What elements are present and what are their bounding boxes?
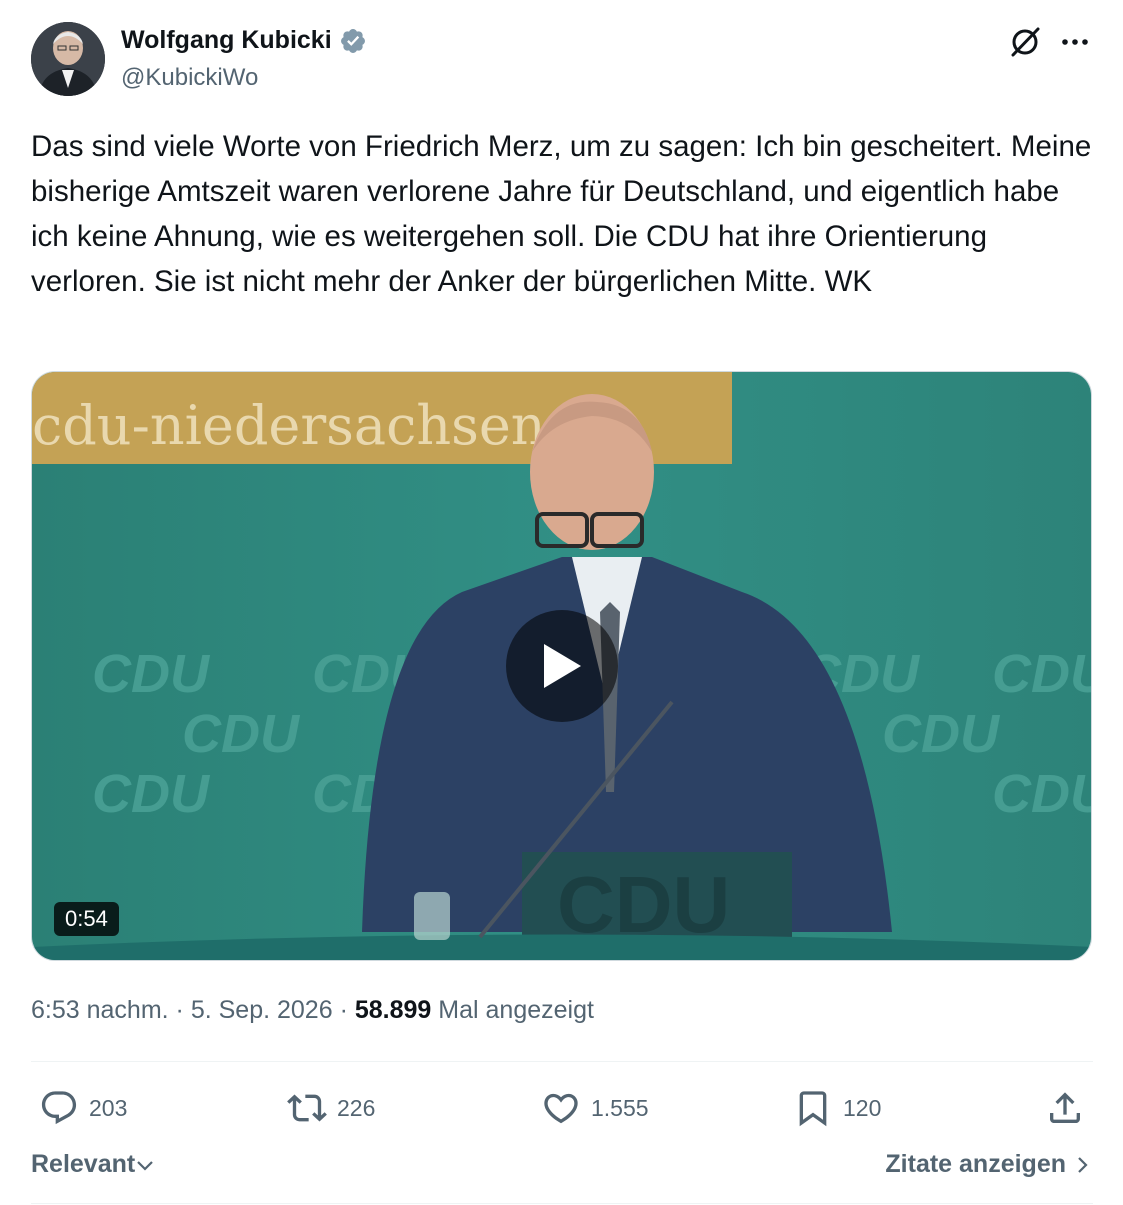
reply-count: 203: [89, 1094, 128, 1121]
tweet-meta: 6:53 nachm. · 5. Sep. 2026 · 58.899 Mal …: [31, 996, 594, 1025]
chevron-right-icon: [1078, 1156, 1088, 1173]
tweet-text: Das sind viele Worte von Friedrich Merz,…: [31, 130, 1092, 298]
video-player[interactable]: cdu-niedersachsen.de CDU CDU CDU CDU CDU…: [31, 371, 1092, 961]
more-button[interactable]: [1057, 24, 1093, 60]
name-line: Wolfgang Kubicki: [121, 26, 367, 55]
grok-icon: [1011, 27, 1040, 57]
repost-icon: [287, 1094, 327, 1122]
play-icon: [544, 644, 581, 688]
reply-icon: [41, 1091, 77, 1125]
share-icon: [1050, 1092, 1080, 1123]
bookmark-button[interactable]: 120: [793, 1085, 881, 1131]
divider: [31, 1203, 1093, 1204]
tweet-date[interactable]: 5. Sep. 2026: [191, 996, 333, 1024]
play-button[interactable]: [506, 610, 618, 722]
backdrop-logo: CDU: [182, 704, 301, 764]
view-quotes-link[interactable]: Zitate anzeigen: [885, 1150, 1092, 1179]
tweet-header: Wolfgang Kubicki @KubickiWo: [31, 22, 1093, 98]
like-count: 1.555: [591, 1094, 649, 1121]
views-label: Mal angezeigt: [438, 996, 594, 1024]
bookmark-count: 120: [843, 1094, 882, 1121]
reply-button[interactable]: 203: [39, 1085, 127, 1131]
sort-label: Relevant: [31, 1150, 136, 1178]
backdrop-logo: CDU: [992, 764, 1092, 824]
backdrop-logo: CDU: [882, 704, 1001, 764]
backdrop-logo: CDU: [992, 644, 1092, 704]
backdrop-logo: CDU: [92, 764, 211, 824]
avatar[interactable]: [31, 22, 105, 96]
like-icon: [544, 1093, 578, 1124]
action-bar: 203 226 1.555 120: [31, 1085, 1093, 1131]
sort-dropdown[interactable]: Relevant: [31, 1150, 155, 1179]
repost-count: 226: [337, 1094, 376, 1121]
bookmark-icon: [799, 1091, 827, 1127]
quotes-label: Zitate anzeigen: [885, 1150, 1066, 1178]
avatar-image: [31, 22, 105, 96]
verified-badge-icon: [340, 28, 365, 53]
more-icon: [1062, 39, 1088, 45]
meta-separator: ·: [339, 996, 348, 1024]
chevron-down-icon: [137, 1160, 153, 1171]
divider: [31, 1061, 1093, 1062]
views-count: 58.899: [354, 996, 432, 1024]
grok-button[interactable]: [1007, 24, 1043, 60]
share-button[interactable]: [1045, 1085, 1085, 1131]
meta-separator: ·: [175, 996, 184, 1024]
display-name[interactable]: Wolfgang Kubicki: [121, 26, 332, 55]
like-button[interactable]: 1.555: [541, 1085, 649, 1131]
backdrop-logo: CDU: [92, 644, 211, 704]
repost-button[interactable]: 226: [287, 1085, 375, 1131]
tweet-time[interactable]: 6:53 nachm.: [31, 996, 169, 1024]
video-duration: 0:54: [54, 902, 119, 936]
handle[interactable]: @KubickiWo: [121, 64, 258, 92]
